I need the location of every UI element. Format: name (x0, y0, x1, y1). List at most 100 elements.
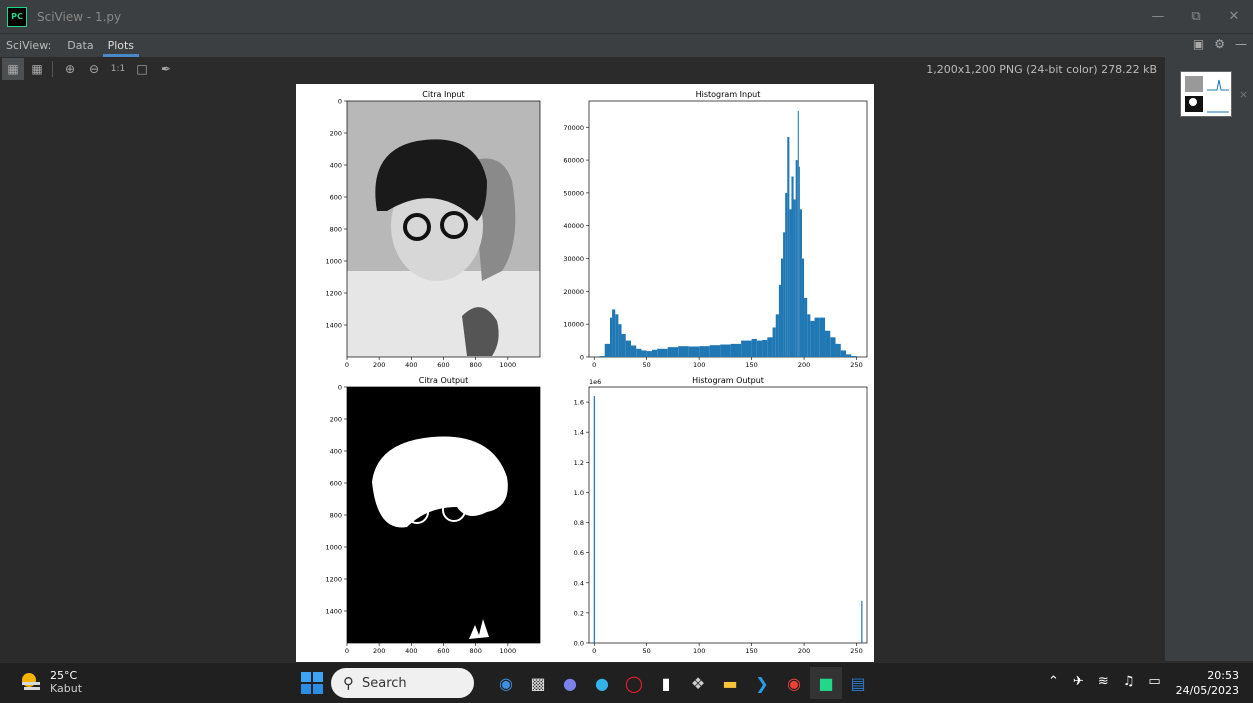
histogram-bar (861, 600, 863, 643)
restore-button[interactable]: ⧉ (1177, 0, 1215, 33)
histogram-bar (785, 192, 788, 357)
histogram-bar (730, 343, 742, 357)
close-button[interactable]: ✕ (1215, 0, 1253, 33)
sciview-tabs: SciView: Data Plots ▣ ⚙ — (0, 33, 1253, 57)
panel-title-3: Histogram Output (692, 376, 764, 385)
histogram-bar (810, 320, 815, 357)
taskbar-clock[interactable]: 20:53 24/05/2023 (1176, 668, 1239, 698)
y-tick-label: 0.2 (574, 609, 584, 617)
y-tick-label: 1400 (325, 608, 342, 616)
histogram-bar (840, 350, 847, 357)
y-tick-label: 200 (330, 416, 342, 424)
pycharm-logo-icon: PC (7, 6, 27, 27)
histogram-bar (593, 396, 595, 643)
histogram-bar (762, 339, 768, 357)
y-tick-label: 70000 (563, 124, 584, 132)
histogram-bar (612, 309, 616, 357)
x-tick-label: 600 (437, 361, 449, 369)
vscode-icon[interactable]: ❯ (746, 667, 778, 699)
edge-icon[interactable]: ● (586, 667, 618, 699)
y-tick-label: 1.6 (574, 399, 584, 407)
histogram-bar (621, 334, 626, 357)
system-tray: ⌃ ✈ ≋ ♫ ▭ (1048, 674, 1161, 689)
notepad-icon[interactable]: ▮ (650, 667, 682, 699)
histogram-bar (756, 340, 763, 357)
airplane-mode-icon[interactable]: ✈ (1073, 674, 1084, 689)
pycharm-icon[interactable]: ■ (810, 667, 842, 699)
actual-size-icon[interactable]: 1:1 (107, 58, 129, 80)
y-tick-label: 1.0 (574, 489, 584, 497)
y-tick-label: 200 (330, 130, 342, 138)
wifi-icon[interactable]: ≋ (1098, 674, 1109, 689)
x-tick-label: 800 (469, 361, 481, 369)
layout-icon[interactable]: ▣ (1193, 37, 1204, 51)
x-tick-label: 1000 (500, 647, 517, 655)
thumbnail-panel: × (1165, 57, 1253, 661)
taskbar: 25°C Kabut ⚲ Search ◉ ▩ ● ● ◯ ▮ ❖ ▬ ❯ ◉ … (0, 662, 1253, 703)
virtualbox-icon[interactable]: ❖ (682, 667, 714, 699)
histogram-bar (783, 232, 786, 357)
chrome-icon[interactable]: ◉ (778, 667, 810, 699)
opera-icon[interactable]: ◯ (618, 667, 650, 699)
tab-data[interactable]: Data (60, 35, 100, 57)
chevron-up-icon[interactable]: ⌃ (1048, 674, 1059, 689)
y-tick-label: 1000 (325, 544, 342, 552)
histogram-bar (795, 160, 798, 357)
histogram-bar (798, 166, 800, 357)
histogram-bar (657, 348, 668, 357)
x-tick-label: 800 (469, 647, 481, 655)
search-label: Search (362, 675, 407, 691)
grid-icon[interactable]: ▦ (26, 58, 48, 80)
teams-icon[interactable]: ● (554, 667, 586, 699)
histogram-bar (630, 345, 637, 357)
fit-to-window-icon[interactable]: ▦ (2, 58, 24, 80)
y-offset-label: 1e6 (589, 378, 601, 386)
weather-widget[interactable]: 25°C Kabut (18, 669, 82, 695)
histogram-bar (775, 314, 779, 357)
histogram-bar (789, 209, 792, 357)
windows-start-icon[interactable] (300, 671, 324, 695)
word-icon[interactable]: ▤ (842, 667, 874, 699)
x-tick-label: 200 (373, 647, 385, 655)
x-tick-label: 400 (405, 361, 417, 369)
histogram-bar (804, 297, 808, 357)
histogram-bar (851, 356, 857, 357)
battery-icon[interactable]: ▭ (1148, 674, 1160, 689)
chessboard-icon[interactable]: □ (131, 58, 153, 80)
y-tick-label: 1400 (325, 322, 342, 330)
x-tick-label: 1000 (500, 361, 517, 369)
thumbnail-close-icon[interactable]: × (1239, 88, 1248, 101)
hide-panel-icon[interactable]: — (1235, 37, 1247, 51)
x-tick-label: 100 (693, 647, 705, 655)
task-view-icon[interactable]: ▩ (522, 667, 554, 699)
y-tick-label: 0 (338, 384, 342, 392)
color-picker-icon[interactable]: ✒ (155, 58, 177, 80)
file-explorer-icon[interactable]: ▬ (714, 667, 746, 699)
sciview-label: SciView: (6, 39, 52, 52)
histogram-bar (793, 199, 796, 357)
speaker-icon[interactable]: ♫ (1123, 674, 1135, 689)
zoom-in-icon[interactable]: ⊕ (59, 58, 81, 80)
plot-thumbnail[interactable]: × (1180, 71, 1248, 117)
histogram-bar (751, 338, 757, 357)
histogram-bar (801, 258, 805, 357)
taskbar-search[interactable]: ⚲ Search (331, 668, 474, 698)
zoom-out-icon[interactable]: ⊖ (83, 58, 105, 80)
x-tick-label: 100 (693, 361, 705, 369)
gear-icon[interactable]: ⚙ (1214, 37, 1225, 51)
y-tick-label: 400 (330, 162, 342, 170)
y-tick-label: 1.4 (574, 429, 584, 437)
x-tick-label: 200 (798, 361, 810, 369)
y-tick-label: 400 (330, 448, 342, 456)
y-tick-label: 50000 (563, 189, 584, 197)
y-tick-label: 600 (330, 480, 342, 488)
panel-title-2: Citra Output (419, 376, 468, 385)
histogram-bar (609, 317, 613, 357)
minimize-button[interactable]: — (1139, 0, 1177, 33)
histogram-bar (780, 258, 784, 357)
weather-icon (22, 673, 40, 690)
bing-icon[interactable]: ◉ (490, 667, 522, 699)
y-tick-label: 800 (330, 512, 342, 520)
tab-plots[interactable]: Plots (101, 35, 141, 57)
x-tick-label: 150 (745, 647, 757, 655)
